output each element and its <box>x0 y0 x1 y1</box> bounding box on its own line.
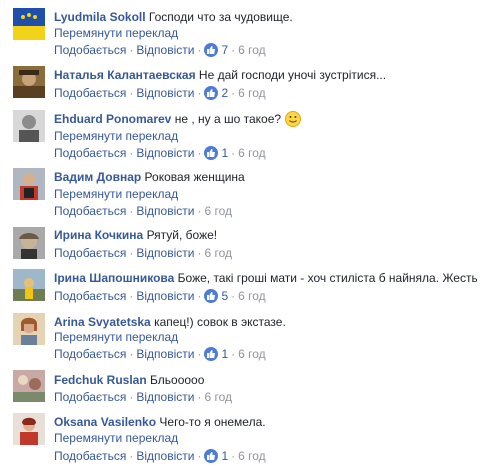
comment-text: не , ну а шо такое? <box>174 112 282 126</box>
like-link[interactable]: Подобається <box>54 449 126 463</box>
reply-link[interactable]: Відповісти <box>136 146 194 160</box>
see-translation-link[interactable]: Перемянути переклад <box>54 25 178 41</box>
separator: · <box>197 146 202 160</box>
separator: · <box>129 347 134 361</box>
reply-link[interactable]: Відповісти <box>136 289 194 303</box>
comment-item: Fedchuk Ruslan Бльооооо Подобається · Відп… <box>0 364 481 410</box>
comment-text: Не дай господи уночі зустрітися... <box>198 68 387 82</box>
reply-link[interactable]: Відповісти <box>136 390 194 404</box>
timestamp[interactable]: 6 год <box>204 390 232 404</box>
separator: · <box>129 289 134 303</box>
see-translation-link[interactable]: Перемянути переклад <box>54 186 178 202</box>
avatar[interactable] <box>13 227 45 259</box>
avatar[interactable] <box>13 370 45 402</box>
comment-author[interactable]: Fedchuk Ruslan <box>54 373 147 387</box>
separator: · <box>197 43 202 57</box>
separator: · <box>129 86 134 100</box>
smiley-icon <box>285 111 302 127</box>
like-link[interactable]: Подобається <box>54 146 126 160</box>
comment-item: Вадим Довнар Роковая женщина Перемянути … <box>0 162 481 219</box>
timestamp[interactable]: 6 год <box>238 86 266 100</box>
see-translation-link[interactable]: Перемянути переклад <box>54 329 178 345</box>
comment-author[interactable]: Вадим Довнар <box>54 170 141 184</box>
reply-link[interactable]: Відповісти <box>136 347 194 361</box>
like-link[interactable]: Подобається <box>54 86 126 100</box>
comment-item: Lyudmila Sokoll Господи что за чудовище.… <box>0 0 481 60</box>
timestamp[interactable]: 6 год <box>204 246 232 260</box>
comment-item: Arina Svyatetska капец!) совок в экстазе… <box>0 307 481 364</box>
avatar[interactable] <box>13 66 45 98</box>
like-icon[interactable] <box>204 449 219 463</box>
separator: · <box>231 289 236 303</box>
comment-author[interactable]: Oksana Vasilenko <box>54 415 156 429</box>
like-link[interactable]: Подобається <box>54 43 126 57</box>
comment-text: Боже, такі гроші мати - хоч стилiста б н… <box>177 271 477 285</box>
like-icon[interactable] <box>204 43 219 57</box>
comment-item: Oksana Vasilenko Чего-то я онемела. Пере… <box>0 409 481 469</box>
like-link[interactable]: Подобається <box>54 289 126 303</box>
see-translation-link[interactable]: Перемянути переклад <box>54 128 178 144</box>
like-link[interactable]: Подобається <box>54 347 126 361</box>
comment-text: Чего-то я онемела. <box>159 415 266 429</box>
separator: · <box>129 146 134 160</box>
comment-item: Наталья Калантаевская Не дай господи уно… <box>0 60 481 105</box>
avatar[interactable] <box>13 168 45 200</box>
timestamp[interactable]: 6 год <box>238 43 266 57</box>
like-icon[interactable] <box>204 86 219 100</box>
timestamp[interactable]: 6 год <box>238 347 266 361</box>
like-link[interactable]: Подобається <box>54 204 126 218</box>
separator: · <box>231 347 236 361</box>
like-icon[interactable] <box>204 347 219 361</box>
reply-link[interactable]: Відповісти <box>136 246 194 260</box>
reply-link[interactable]: Відповісти <box>136 43 194 57</box>
comment-author[interactable]: Наталья Калантаевская <box>54 68 196 82</box>
separator: · <box>129 204 134 218</box>
comment-author[interactable]: Ehduard Ponomarev <box>54 112 171 126</box>
separator: · <box>197 390 202 404</box>
reply-link[interactable]: Відповісти <box>136 204 194 218</box>
separator: · <box>197 86 202 100</box>
avatar[interactable] <box>13 269 45 301</box>
separator: · <box>231 86 236 100</box>
avatar[interactable] <box>13 413 45 445</box>
like-icon[interactable] <box>204 289 219 303</box>
like-icon[interactable] <box>204 146 219 160</box>
avatar[interactable] <box>13 313 45 345</box>
comment-author[interactable]: Lyudmila Sokoll <box>54 10 146 24</box>
separator: · <box>129 246 134 260</box>
separator: · <box>231 43 236 57</box>
timestamp[interactable]: 6 год <box>238 449 266 463</box>
like-link[interactable]: Подобається <box>54 390 126 404</box>
avatar[interactable] <box>13 110 45 142</box>
avatar[interactable] <box>13 8 45 40</box>
separator: · <box>197 204 202 218</box>
comment-item: Ehduard Ponomarev не , ну а шо такое? Пе… <box>0 105 481 162</box>
comment-item: Ирина Кочкина Рятуй, боже! Подобається · В… <box>0 219 481 265</box>
comment-author[interactable]: Ирина Кочкина <box>54 228 143 242</box>
comment-text: Рятуй, боже! <box>146 228 218 242</box>
like-link[interactable]: Подобається <box>54 246 126 260</box>
comment-text: Бльооооо <box>150 373 205 387</box>
separator: · <box>231 449 236 463</box>
separator: · <box>197 289 202 303</box>
comment-text: Господи что за чудовище. <box>148 10 293 24</box>
separator: · <box>129 390 134 404</box>
separator: · <box>197 246 202 260</box>
comment-text: капец!) совок в экстазе. <box>154 315 286 329</box>
comment-text: Роковая женщина <box>144 170 245 184</box>
separator: · <box>197 449 202 463</box>
separator: · <box>197 347 202 361</box>
comment-author[interactable]: Arina Svyatetska <box>54 315 151 329</box>
timestamp[interactable]: 6 год <box>238 289 266 303</box>
separator: · <box>129 449 134 463</box>
comment-item: Ірина Шапошникова Боже, такі гроші мати … <box>0 265 481 311</box>
reply-link[interactable]: Відповісти <box>136 86 194 100</box>
timestamp[interactable]: 6 год <box>204 204 232 218</box>
see-translation-link[interactable]: Перемянути переклад <box>54 430 178 446</box>
separator: · <box>129 43 134 57</box>
reply-link[interactable]: Відповісти <box>136 449 194 463</box>
separator: · <box>231 146 236 160</box>
timestamp[interactable]: 6 год <box>238 146 266 160</box>
comment-author[interactable]: Ірина Шапошникова <box>54 271 174 285</box>
